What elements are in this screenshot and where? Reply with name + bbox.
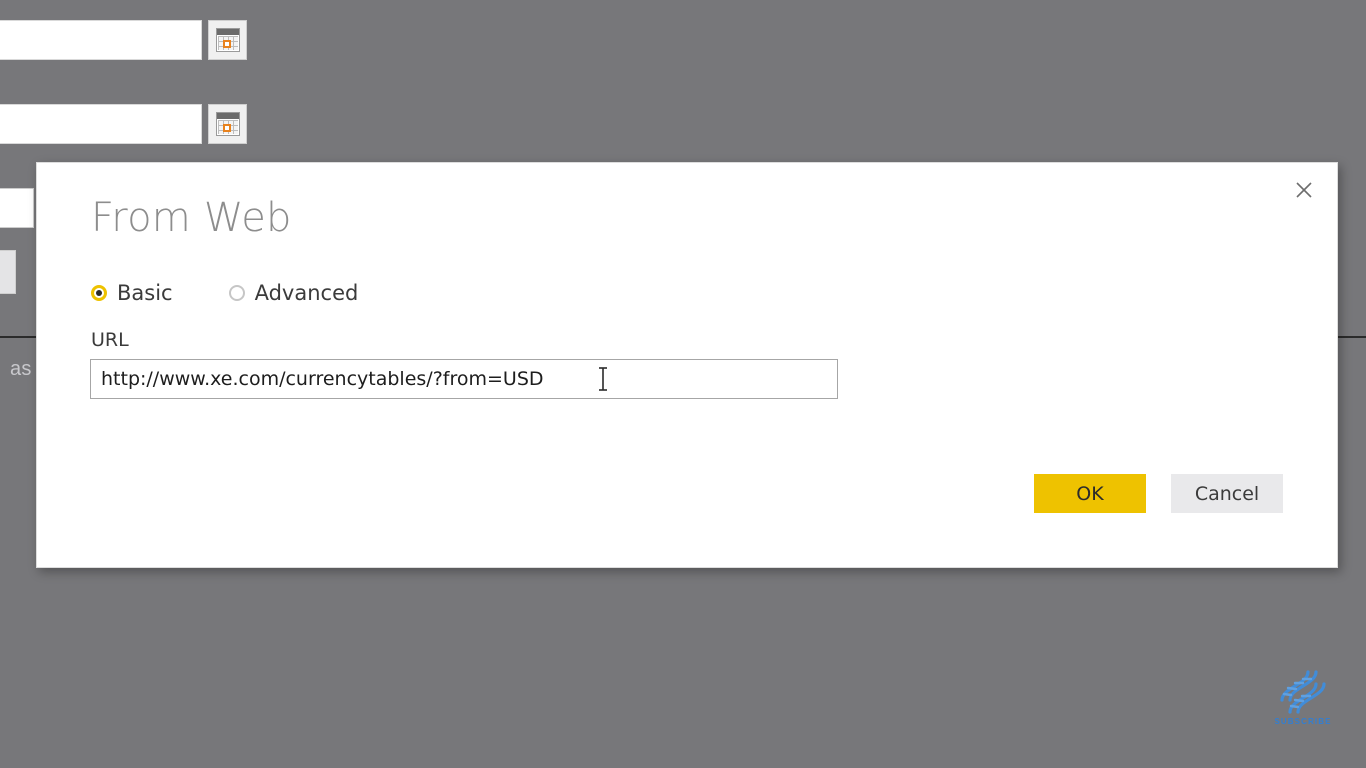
from-web-dialog: From Web Basic Advanced URL OK Cancel [36,162,1338,568]
radio-option-basic[interactable]: Basic [91,281,173,305]
background-date-input-2[interactable] [0,104,202,144]
radio-selected-icon [91,285,107,301]
source-mode-radio-group: Basic Advanced [91,281,358,305]
background-text-fragment: as [10,358,32,380]
background-date-input-1[interactable] [0,20,202,60]
dialog-title: From Web [91,195,292,241]
ok-button[interactable]: OK [1034,474,1146,513]
radio-label-basic: Basic [117,281,173,305]
url-input[interactable] [90,359,838,399]
calendar-icon [215,28,240,52]
subscribe-label: SUBSCRIBE [1274,717,1332,726]
background-divider-left [0,336,36,338]
subscribe-watermark: SUBSCRIBE [1268,668,1338,730]
calendar-icon [215,112,240,136]
background-white-panel [0,188,34,228]
background-gray-panel [0,250,16,294]
close-icon [1296,182,1312,198]
background-calendar-button-2[interactable] [208,104,247,144]
close-button[interactable] [1285,173,1323,207]
radio-unselected-icon [228,285,245,301]
dna-helix-icon [1280,670,1326,714]
radio-option-advanced[interactable]: Advanced [228,281,359,305]
screen: as From Web Basic Advanced URL http://ww… [0,0,1366,768]
background-calendar-button-1[interactable] [208,20,247,60]
url-field-label: URL [91,329,129,351]
background-divider-right [1338,336,1366,338]
cancel-button[interactable]: Cancel [1171,474,1283,513]
radio-label-advanced: Advanced [254,281,359,305]
